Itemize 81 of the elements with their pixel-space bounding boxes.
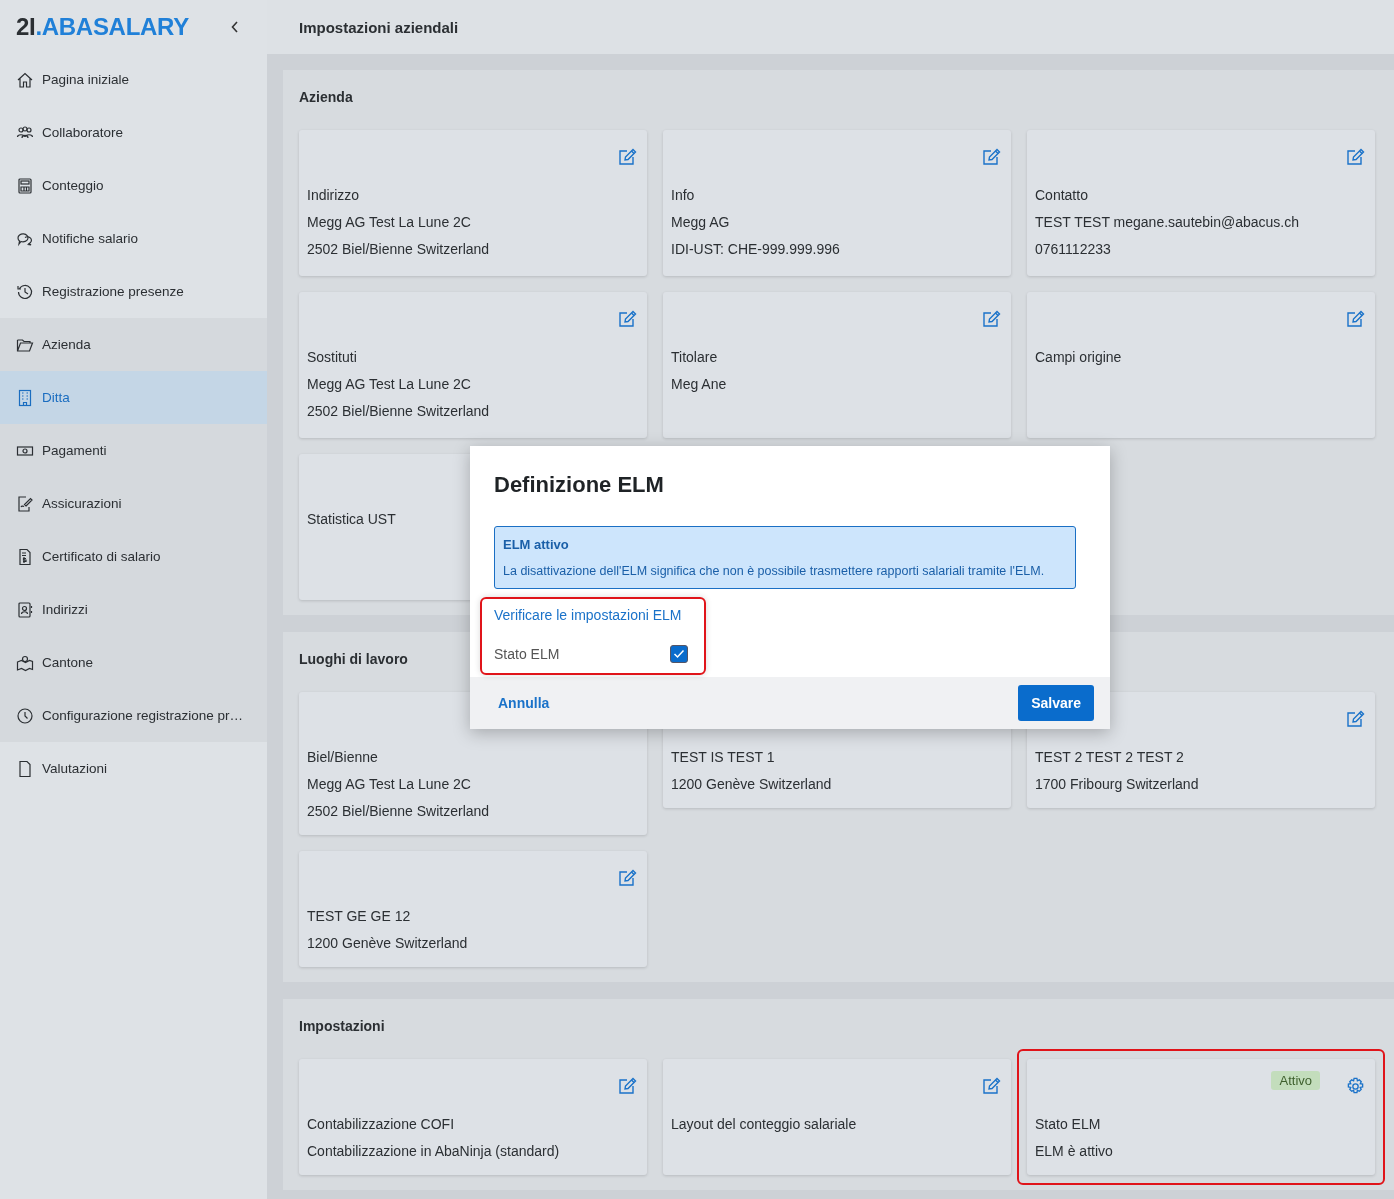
card-text: 1200 Genève Switzerland (307, 934, 469, 953)
nav-item[interactable]: Valutazioni (0, 742, 267, 795)
card-text: Megg AG (671, 213, 731, 232)
field-label: Stato ELM (494, 646, 560, 662)
edit-icon[interactable] (1346, 148, 1365, 166)
card-text: Sostituti (307, 348, 358, 367)
save-button[interactable]: Salvare (1018, 685, 1094, 721)
card-text: 2502 Biel/Bienne Switzerland (307, 402, 491, 421)
checkbox[interactable] (670, 645, 688, 663)
page-title: Impostazioni aziendali (299, 18, 459, 36)
card-text: TEST IS TEST 1 (671, 748, 776, 767)
card-text: ELM è attivo (1035, 1142, 1114, 1161)
card-text: 2502 Biel/Bienne Switzerland (307, 240, 491, 259)
nav-item[interactable]: Cantone (0, 636, 267, 689)
card-text: 0761112233 (1035, 240, 1112, 259)
card-text: Megg AG Test La Lune 2C (307, 375, 472, 394)
section-title: Azienda (299, 88, 353, 107)
card-text: Megg AG Test La Lune 2C (307, 775, 472, 794)
edit-icon[interactable] (618, 310, 637, 328)
card-text: Meg Ane (671, 375, 728, 394)
card-text: Titolare (671, 348, 719, 367)
card-text: TEST TEST megane.sautebin@abacus.ch (1035, 213, 1301, 232)
page-icon (16, 759, 34, 778)
info-text: La disattivazione dell'ELM significa che non è possibile trasmettere rapporti salariali tramite l'ELM. (503, 564, 1046, 578)
nav-item[interactable]: Pagina iniziale (0, 53, 267, 106)
card-text: Contabilizzazione COFI (307, 1115, 456, 1134)
info-title: ELM attivo (503, 537, 570, 552)
nav-item[interactable]: Assicurazioni (0, 477, 267, 530)
edit-icon[interactable] (1346, 310, 1365, 328)
nav-item[interactable]: Conteggio (0, 159, 267, 212)
card-text: Campi origine (1035, 348, 1123, 367)
card-text: TEST 2 TEST 2 TEST 2 (1035, 748, 1185, 767)
nav-item[interactable]: Registrazione presenze (0, 265, 267, 318)
edit-icon[interactable] (618, 1077, 637, 1095)
home-icon (16, 70, 34, 89)
nav-item[interactable]: Configurazione registrazione pr… (0, 689, 267, 742)
card-text: TEST GE GE 12 (307, 907, 412, 926)
nav-item[interactable]: Azienda (0, 318, 267, 371)
edit-icon[interactable] (982, 148, 1001, 166)
nav-item[interactable]: Indirizzi (0, 583, 267, 636)
settings-link[interactable]: Verificare le impostazioni ELM (494, 607, 688, 623)
signed-document-icon (16, 494, 34, 513)
clock-icon (16, 706, 34, 725)
card-text: IDI-UST: CHE-999.999.996 (671, 240, 841, 259)
dialog-title: Definizione ELM (494, 472, 665, 498)
settings-icon[interactable] (1346, 1077, 1365, 1096)
nav-item[interactable]: Ditta (0, 371, 267, 424)
check-icon (673, 649, 685, 659)
edit-icon[interactable] (618, 869, 637, 887)
calculator-icon (16, 176, 34, 195)
card-text: Statistica UST (307, 510, 397, 529)
nav-item[interactable]: Collaboratore (0, 106, 267, 159)
collapse-icon[interactable] (231, 20, 239, 33)
card-text: Contatto (1035, 186, 1089, 205)
logo: 2I.ABASALARY (16, 12, 189, 41)
card-text: 1700 Fribourg Switzerland (1035, 775, 1200, 794)
edit-icon[interactable] (1346, 710, 1365, 728)
history-icon (16, 282, 34, 301)
edit-icon[interactable] (982, 1077, 1001, 1095)
card-text: 1200 Genève Switzerland (671, 775, 833, 794)
card-text: Biel/Bienne (307, 748, 379, 767)
contact-card-icon (16, 600, 34, 619)
edit-icon[interactable] (618, 148, 637, 166)
map-icon (16, 653, 34, 672)
card-text: 2502 Biel/Bienne Switzerland (307, 802, 491, 821)
nav-item[interactable]: Certificato di salario (0, 530, 267, 583)
cancel-button[interactable]: Annulla (486, 687, 562, 719)
edit-icon[interactable] (982, 310, 1001, 328)
document-icon (16, 547, 34, 566)
card-text: Megg AG Test La Lune 2C (307, 213, 472, 232)
status-badge: Attivo (1271, 1071, 1320, 1090)
card-text: Info (671, 186, 696, 205)
card-text: Indirizzo (307, 186, 361, 205)
section-title: Impostazioni (299, 1017, 385, 1036)
section-title: Luoghi di lavoro (299, 650, 408, 669)
nav-item[interactable]: Notifiche salario (0, 212, 267, 265)
card-text: Contabilizzazione in AbaNinja (standard) (307, 1142, 561, 1161)
card-text: Stato ELM (1035, 1115, 1102, 1134)
building-icon (16, 388, 34, 407)
nav-item[interactable]: Pagamenti (0, 424, 267, 477)
card-text: Layout del conteggio salariale (671, 1115, 858, 1134)
